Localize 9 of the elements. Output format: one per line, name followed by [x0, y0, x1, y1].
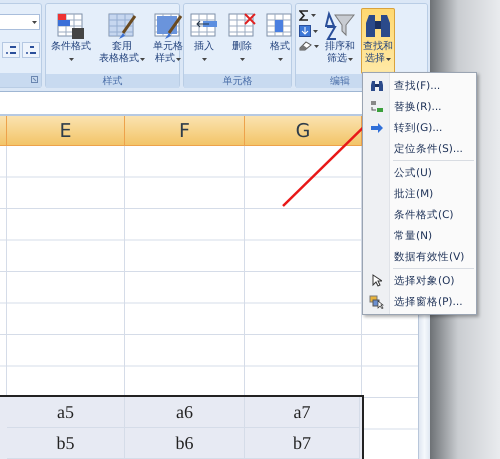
table-cell: a5: [7, 397, 125, 428]
table-cell: b6: [125, 428, 245, 459]
group-label: 编辑: [330, 74, 350, 88]
table-cell: b5: [7, 428, 125, 459]
group-label: 单元格: [222, 74, 252, 88]
table-cell: a7: [245, 397, 360, 428]
group-label: 样式: [102, 74, 122, 88]
table-cell: a6: [125, 397, 245, 428]
table-cell: b7: [245, 428, 360, 459]
